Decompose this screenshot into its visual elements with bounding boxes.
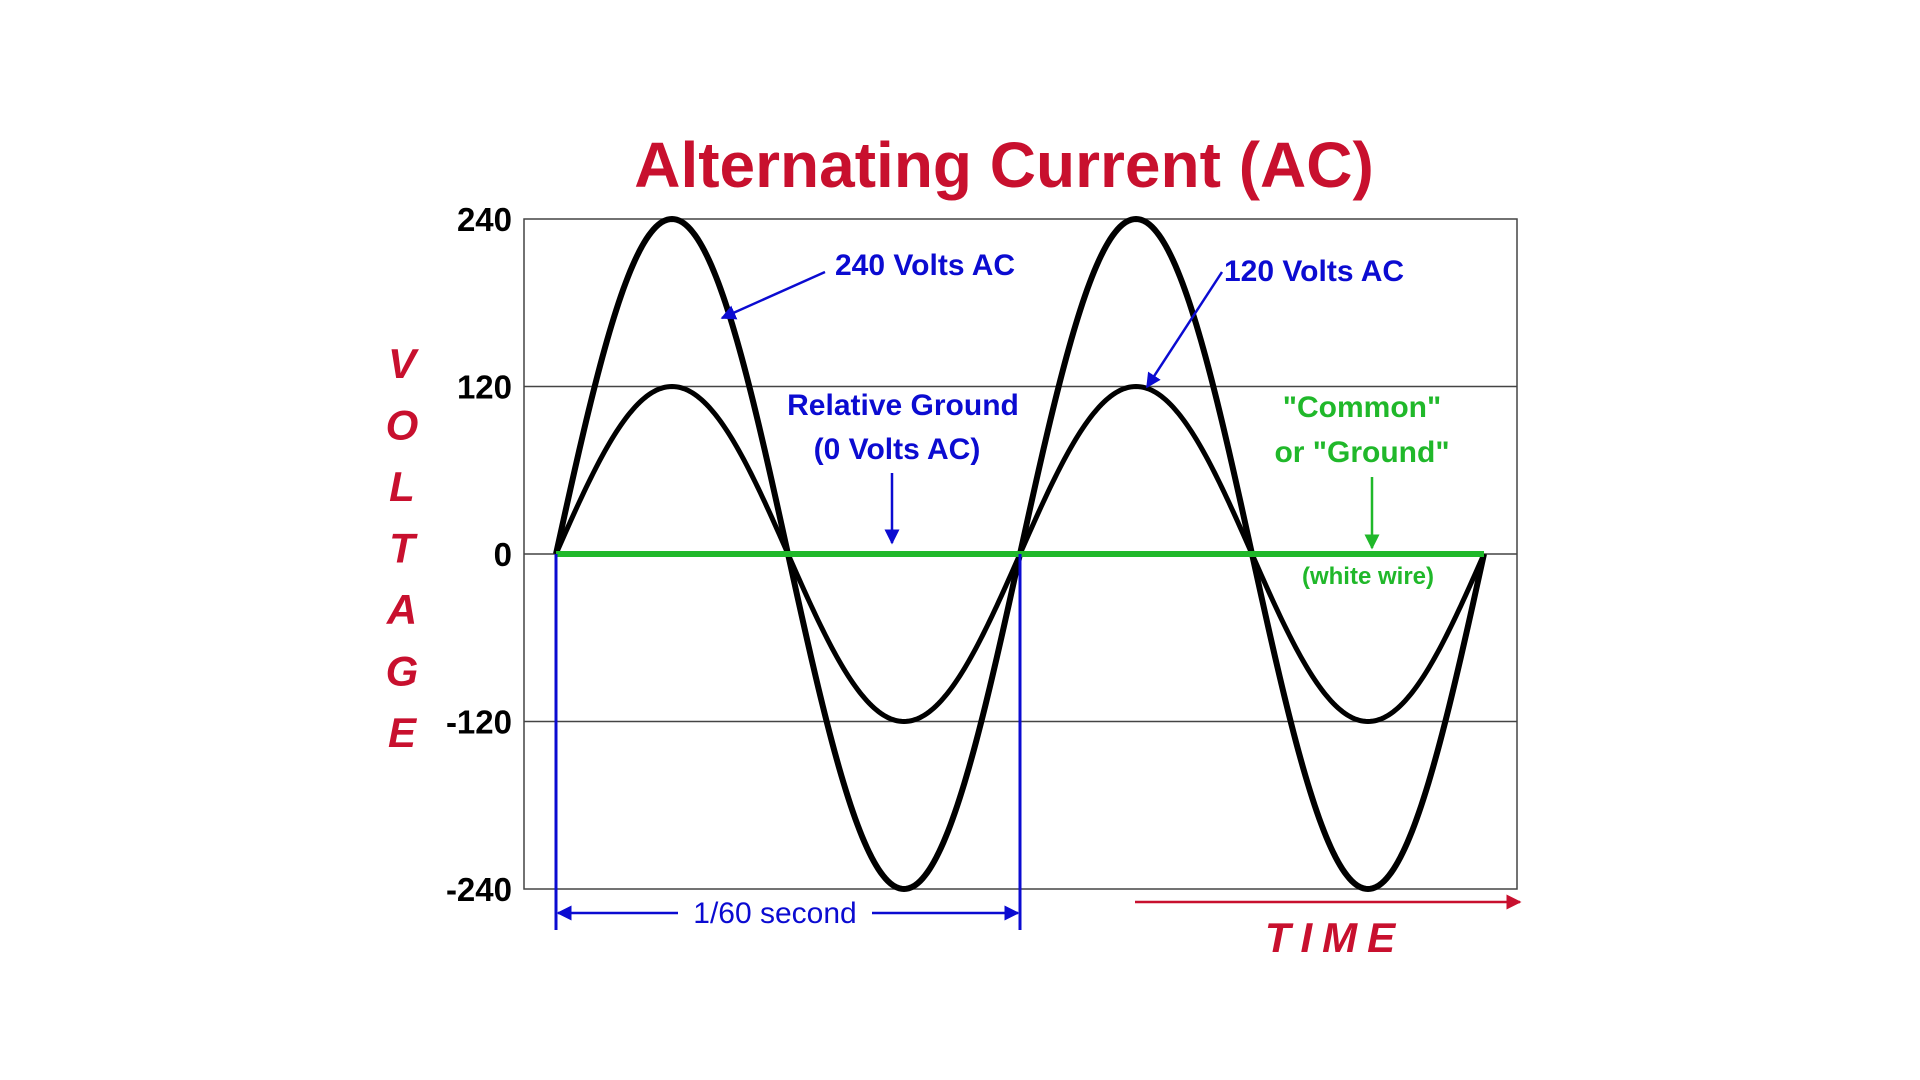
y-axis-label-letter: L xyxy=(389,463,415,510)
y-axis-label-letter: G xyxy=(386,648,419,695)
y-axis-label-letter: E xyxy=(388,709,418,756)
ac-voltage-chart: Alternating Current (AC) 240 120 0 -120 -240… xyxy=(386,129,1522,961)
y-tick-label: 240 xyxy=(457,201,512,238)
chart-title: Alternating Current (AC) xyxy=(634,129,1374,201)
x-axis-label-text: TIME xyxy=(1265,914,1405,961)
y-tick-label: -120 xyxy=(446,704,512,741)
annotation-common-line2: or "Ground" xyxy=(1274,436,1449,469)
annotation-120-volts: 120 Volts AC xyxy=(1224,255,1404,288)
y-axis-label-letter: T xyxy=(389,525,418,572)
y-axis-label-letter: V xyxy=(388,340,419,387)
y-tick-label: -240 xyxy=(446,871,512,908)
annotation-ground-line1: Relative Ground xyxy=(787,389,1019,422)
y-tick-labels: 240 120 0 -120 -240 xyxy=(446,201,512,908)
period-label: 1/60 second xyxy=(693,897,856,930)
annotation-white-wire: (white wire) xyxy=(1302,563,1434,590)
y-axis-label-letter: O xyxy=(386,402,419,449)
annotation-common-line1: "Common" xyxy=(1283,391,1441,424)
y-tick-label: 0 xyxy=(494,536,512,573)
y-axis-label-letter: A xyxy=(386,586,417,633)
annotation-240-arrow xyxy=(720,270,826,320)
y-axis-label: VOLTAGE xyxy=(386,340,419,756)
annotation-240-volts: 240 Volts AC xyxy=(835,249,1015,282)
annotation-ground-line2: (0 Volts AC) xyxy=(814,433,981,466)
y-tick-label: 120 xyxy=(457,369,512,406)
chart-stage: Alternating Current (AC) 240 120 0 -120 -240… xyxy=(0,0,1920,1080)
x-axis-label: TIME xyxy=(1265,914,1405,961)
